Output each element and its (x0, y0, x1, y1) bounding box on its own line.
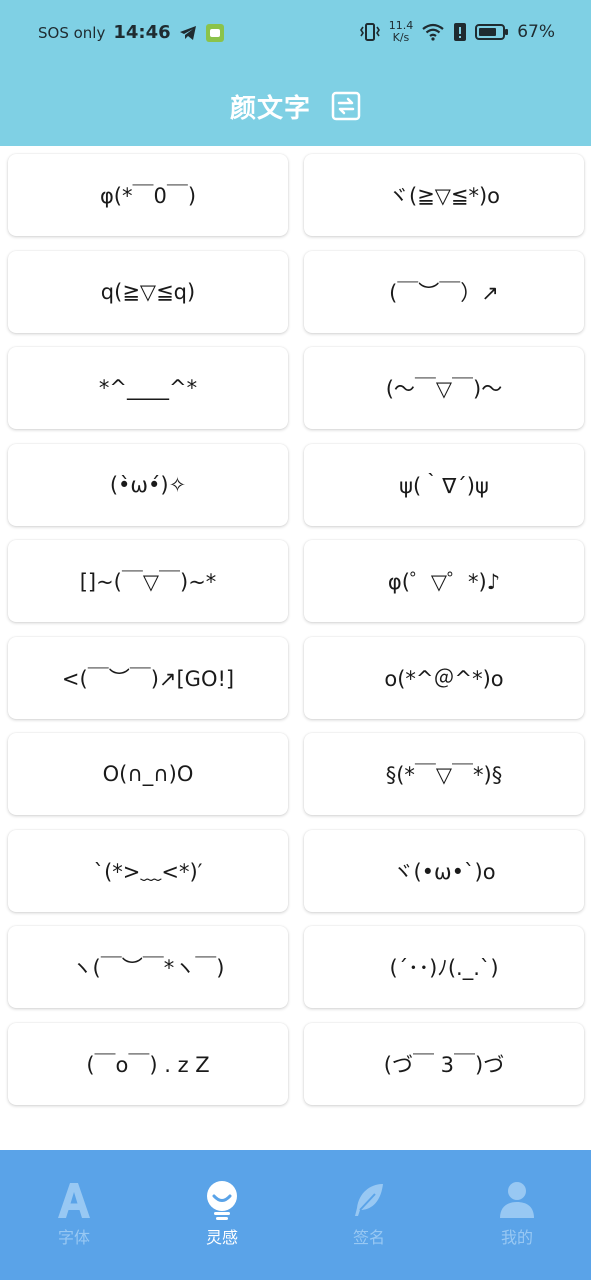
refresh-swap-icon[interactable] (331, 91, 361, 121)
app-header: 颜文字 (0, 66, 591, 146)
battery-icon (475, 24, 509, 40)
tab-label: 灵感 (205, 1228, 238, 1247)
emoticon-card[interactable]: *^____^* (8, 347, 288, 429)
alert-icon (454, 23, 467, 41)
emoticon-card[interactable]: (￣o￣) . z Z (8, 1022, 288, 1105)
tab-font[interactable]: 字体 (14, 1180, 134, 1250)
emoticon-card[interactable]: q(≧▽≦q) (8, 250, 288, 333)
lightbulb-icon (207, 1181, 237, 1220)
battery-percent: 67% (517, 22, 555, 42)
font-a-icon (58, 1183, 90, 1218)
tab-label: 字体 (57, 1228, 90, 1247)
emoticon-card[interactable]: O(∩_∩)O (8, 733, 288, 815)
emoticon-card[interactable]: ψ(｀∇´)ψ (304, 443, 584, 526)
emoticon-card[interactable]: []~(￣▽￣)~* (8, 540, 288, 622)
emoticon-card[interactable]: o(*^＠^*)o (304, 636, 584, 719)
tab-inspiration[interactable]: 灵感 (162, 1180, 282, 1250)
emoticon-card[interactable]: ヾ(•ω•`)o (304, 829, 584, 912)
app-notification-icon (205, 23, 224, 42)
emoticon-card[interactable]: (￣︶￣）↗ (304, 250, 584, 333)
emoticon-card[interactable]: `(*>﹏<*)′ (8, 829, 288, 912)
feather-icon (355, 1184, 383, 1216)
tab-signature[interactable]: 签名 (309, 1180, 429, 1250)
wifi-icon (422, 23, 444, 41)
emoticon-grid: φ(*￣0￣) ヾ(≧▽≦*)o q(≧▽≦q) (￣︶￣）↗ *^____^*… (8, 154, 584, 1105)
status-bar: SOS only 14:46 11.4 K/s 67% (0, 0, 591, 66)
emoticon-card[interactable]: (•̀ω•́)✧ (8, 443, 288, 526)
emoticon-card[interactable]: ヽ(￣︶￣*ヽ￣) (8, 926, 288, 1008)
bottom-tab-bar: 字体 灵感 签名 我的 (0, 1150, 591, 1280)
telegram-icon (179, 25, 196, 40)
emoticon-card[interactable]: §(*￣▽￣*)§ (304, 733, 584, 815)
emoticon-card[interactable]: (～￣▽￣)～ (304, 347, 584, 429)
sos-text: SOS only (38, 23, 106, 42)
emoticon-card[interactable]: φ(゜▽゜*)♪ (304, 540, 584, 622)
page-title: 颜文字 (229, 93, 311, 124)
emoticon-card[interactable]: (´･･)ﾉ(._.`) (304, 926, 584, 1008)
vibrate-icon (359, 23, 380, 41)
tab-mine[interactable]: 我的 (457, 1180, 577, 1250)
clock: 14:46 (113, 22, 171, 43)
tab-label: 我的 (500, 1228, 533, 1247)
emoticon-card[interactable]: (づ￣ 3￣)づ (304, 1022, 584, 1105)
speed-unit: K/s (392, 31, 410, 44)
status-right: 11.4 K/s 67% (359, 20, 555, 44)
emoticon-card[interactable]: <(￣︶￣)↗[GO!] (8, 636, 288, 719)
network-speed: 11.4 K/s (389, 20, 414, 44)
emoticon-card[interactable]: φ(*￣0￣) (8, 154, 288, 236)
tab-label: 签名 (352, 1228, 385, 1247)
status-left: SOS only 14:46 (38, 22, 225, 43)
emoticon-card[interactable]: ヾ(≧▽≦*)o (304, 154, 584, 236)
emoticon-list[interactable]: φ(*￣0￣) ヾ(≧▽≦*)o q(≧▽≦q) (￣︶￣）↗ *^____^*… (0, 146, 591, 1150)
user-icon (500, 1182, 534, 1218)
